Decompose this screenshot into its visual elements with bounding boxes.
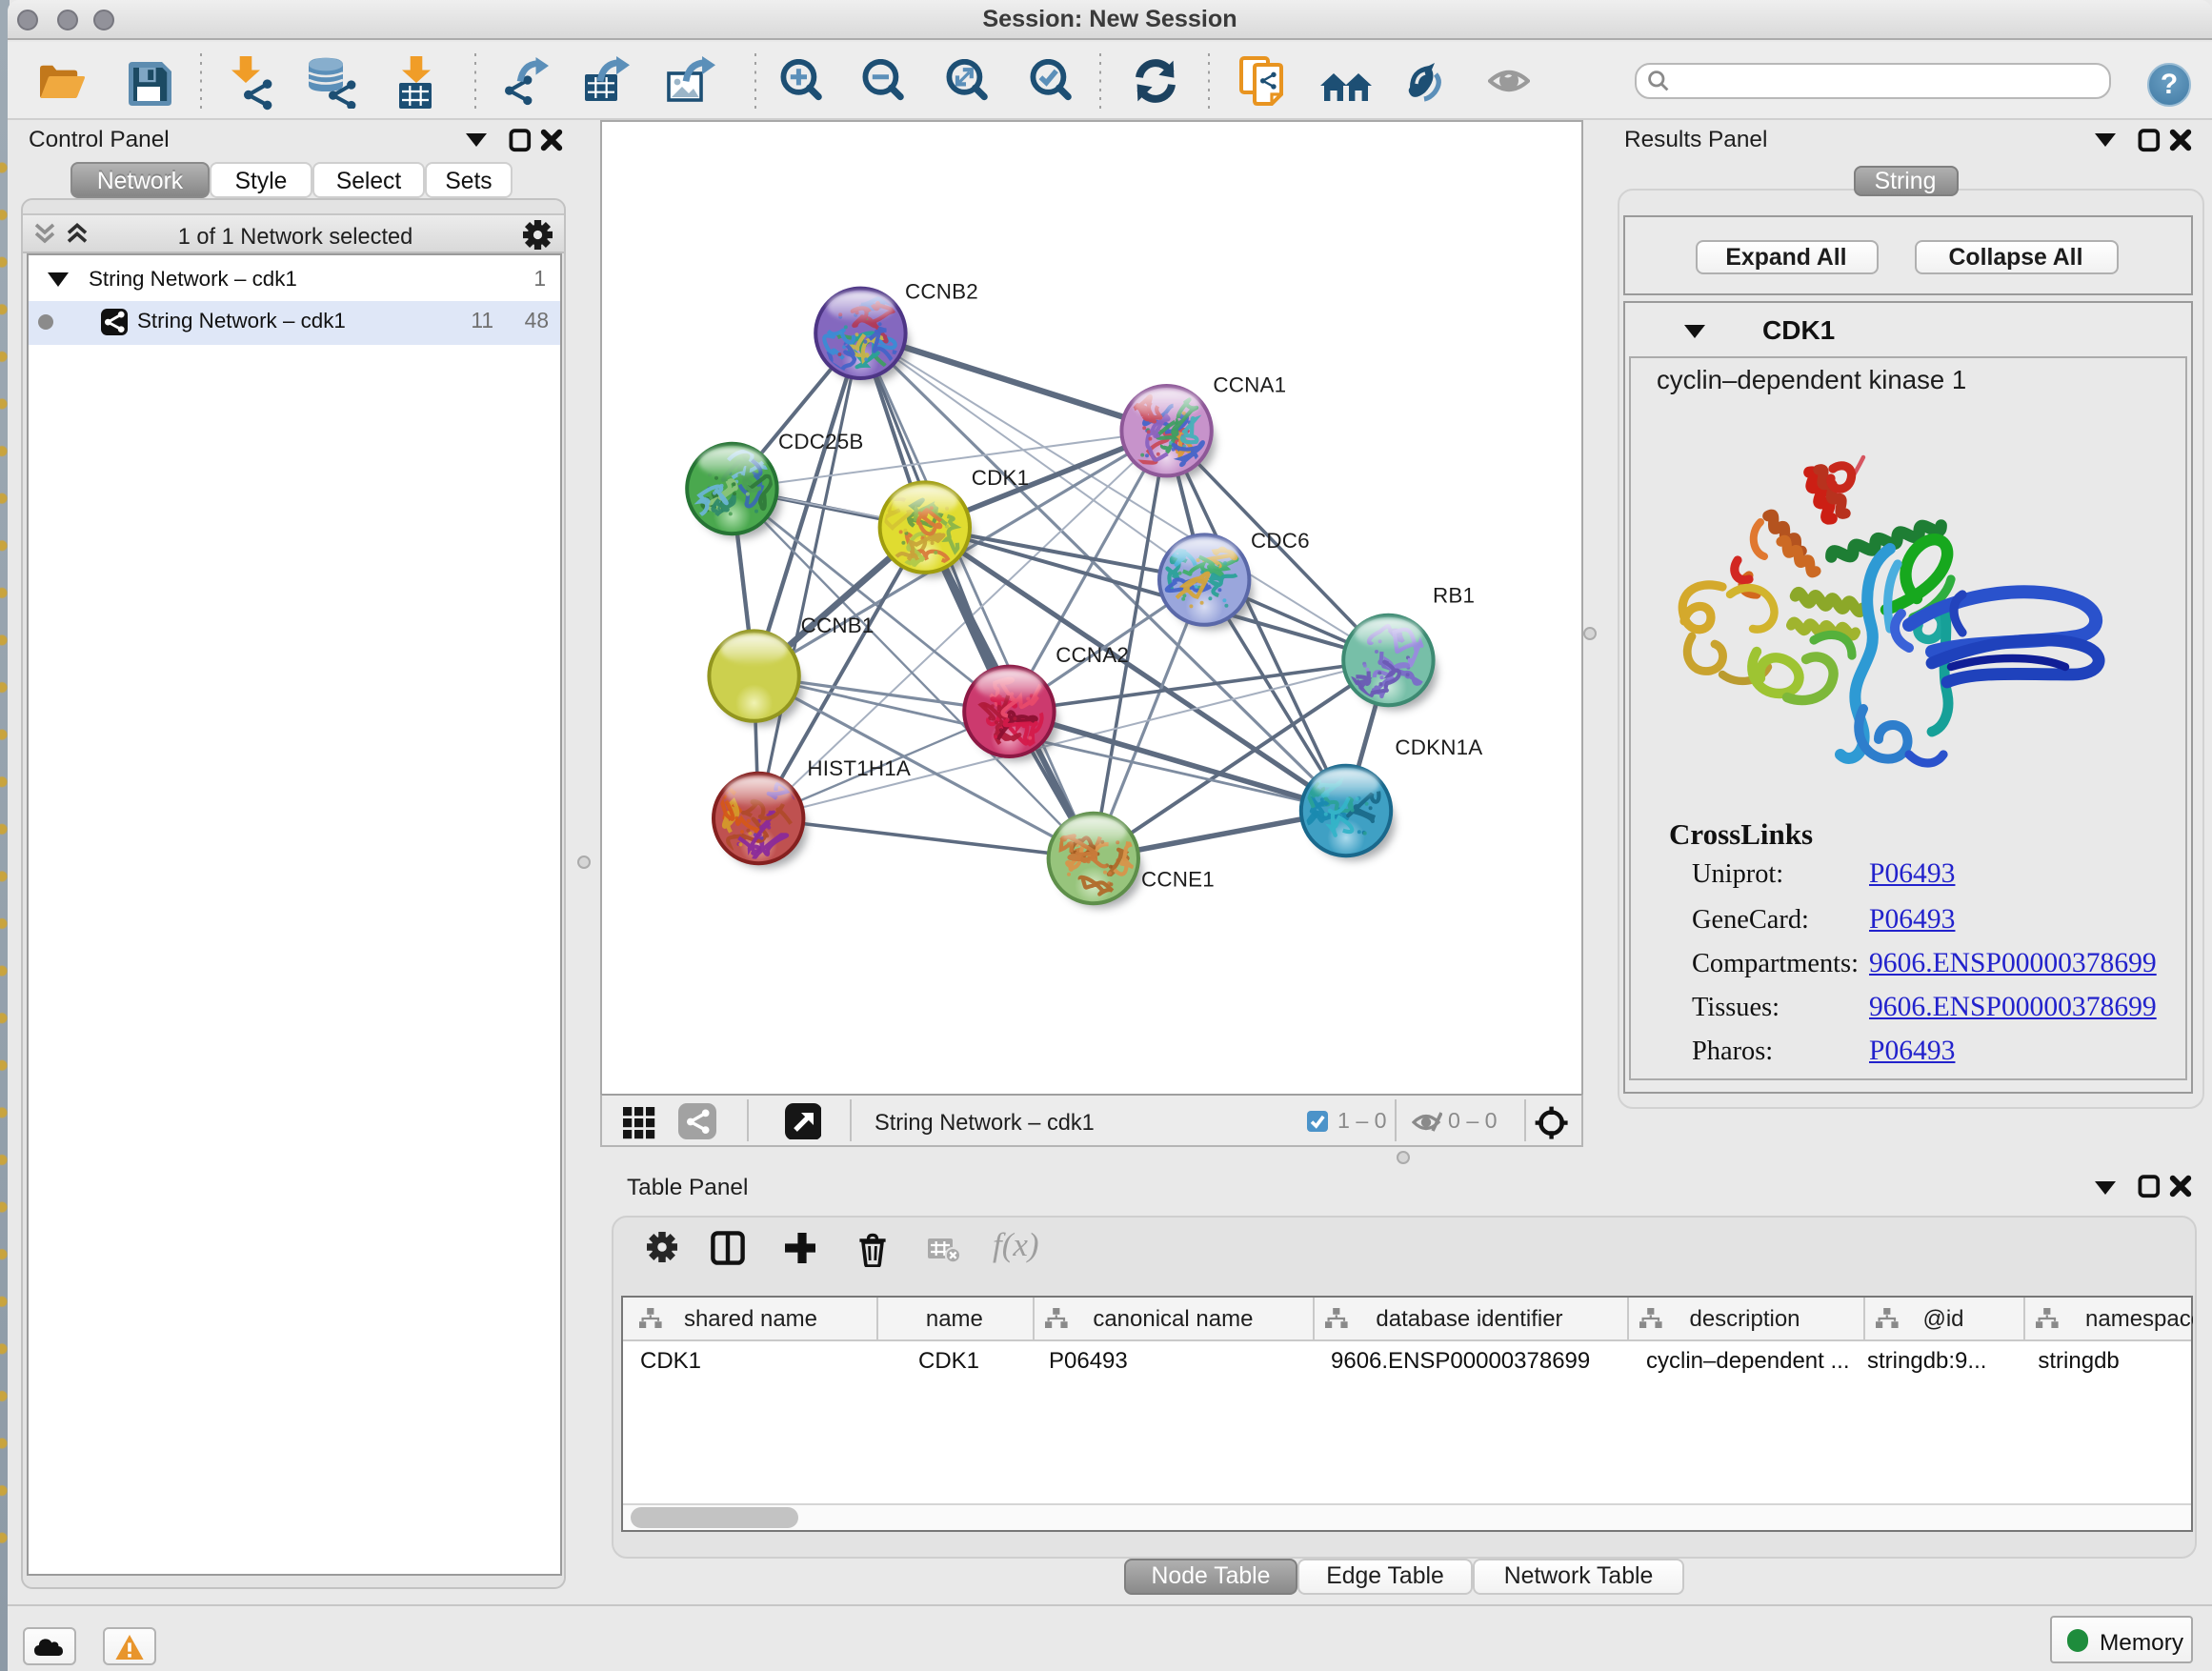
svg-text:CDK1: CDK1 [971, 465, 1029, 489]
svg-text:CCNB1: CCNB1 [800, 613, 874, 636]
svg-text:CCNB2: CCNB2 [904, 279, 977, 303]
svg-text:CDC6: CDC6 [1250, 528, 1309, 552]
svg-text:CDC25B: CDC25B [777, 429, 863, 453]
svg-text:CCNA2: CCNA2 [1055, 642, 1128, 666]
svg-text:CCNA1: CCNA1 [1212, 372, 1285, 395]
svg-text:HIST1H1A: HIST1H1A [806, 755, 910, 779]
svg-text:CCNE1: CCNE1 [1140, 866, 1214, 890]
svg-text:CDKN1A: CDKN1A [1394, 735, 1481, 758]
svg-text:RB1: RB1 [1432, 582, 1474, 606]
